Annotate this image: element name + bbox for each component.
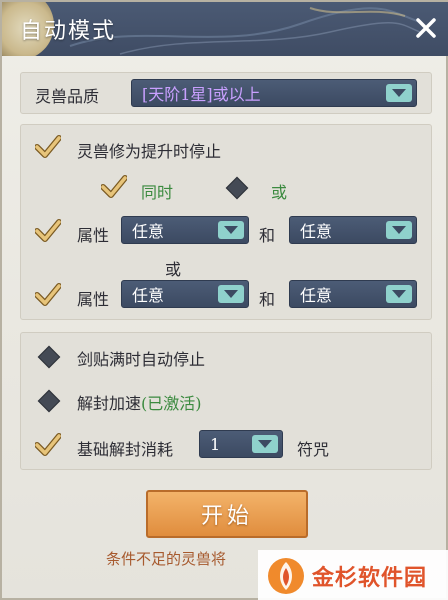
base-cost-unit: 符咒 <box>297 440 330 459</box>
dialog-header: 自动模式 <box>2 2 448 56</box>
upgrade-stop-label: 灵兽修为提升时停止 <box>77 142 222 161</box>
between-or-label: 或 <box>165 260 182 279</box>
quality-label: 灵兽品质 <box>35 87 100 106</box>
close-button[interactable] <box>412 14 440 42</box>
unseal-speed-status: (已激活) <box>141 394 202 413</box>
attr-row1-first-value: 任意 <box>132 222 165 241</box>
attr-row1-second-value: 任意 <box>300 222 333 241</box>
quality-section: 灵兽品质 [天阶1星]或以上 <box>20 72 432 114</box>
checkmark-icon[interactable] <box>35 283 61 307</box>
attr-row2-first-select[interactable]: 任意 <box>121 280 249 308</box>
attr-label-2: 属性 <box>77 290 110 309</box>
footer-note: 条件不足的灵兽将 <box>106 550 227 568</box>
auto-mode-dialog: 自动模式 灵兽品质 [天阶1星]或以上 灵兽修为提升时停止 同时 或 属性 任意… <box>0 0 448 600</box>
base-cost-label: 基础解封消耗 <box>77 440 174 459</box>
checkmark-icon[interactable] <box>35 433 61 457</box>
diamond-unchecked-icon[interactable] <box>37 345 61 369</box>
chevron-down-icon <box>386 221 412 239</box>
mode-and-label: 同时 <box>141 183 174 202</box>
base-cost-select[interactable]: 1 <box>199 430 283 458</box>
chevron-down-icon <box>386 84 412 102</box>
chevron-down-icon <box>218 285 244 303</box>
chevron-down-icon <box>218 221 244 239</box>
attr-row2-second-select[interactable]: 任意 <box>289 280 417 308</box>
close-icon <box>416 18 436 38</box>
checkmark-icon[interactable] <box>35 135 61 159</box>
watermark-logo-icon <box>268 558 304 594</box>
options-section: 剑贴满时自动停止 解封加速(已激活) 基础解封消耗 1 符咒 <box>20 332 432 470</box>
start-button[interactable]: 开始 <box>146 490 308 538</box>
quality-select[interactable]: [天阶1星]或以上 <box>131 79 417 107</box>
unseal-speed-text: 解封加速 <box>77 394 142 413</box>
attr-row1-second-select[interactable]: 任意 <box>289 216 417 244</box>
base-cost-value: 1 <box>210 434 221 454</box>
diamond-unchecked-icon[interactable] <box>225 176 249 200</box>
dialog-title: 自动模式 <box>20 19 117 44</box>
diamond-unchecked-icon[interactable] <box>37 389 61 413</box>
unseal-speed-label: 解封加速(已激活) <box>77 390 202 414</box>
and-label-2: 和 <box>259 290 276 309</box>
watermark-text: 金杉软件园 <box>312 566 428 591</box>
quality-select-value: [天阶1星]或以上 <box>142 85 261 104</box>
and-label-1: 和 <box>259 226 276 245</box>
attr-row2-second-value: 任意 <box>300 286 333 305</box>
checkmark-icon[interactable] <box>35 219 61 243</box>
attr-row1-first-select[interactable]: 任意 <box>121 216 249 244</box>
watermark: 金杉软件园 <box>258 550 448 600</box>
chevron-down-icon <box>252 435 278 453</box>
chevron-down-icon <box>386 285 412 303</box>
checkmark-icon[interactable] <box>101 175 127 199</box>
upgrade-section: 灵兽修为提升时停止 同时 或 属性 任意 和 任意 或 属性 任意 和 任意 <box>20 124 432 320</box>
mode-or-label: 或 <box>271 183 288 202</box>
attr-label-1: 属性 <box>77 226 110 245</box>
attr-row2-first-value: 任意 <box>132 286 165 305</box>
sword-stop-label: 剑贴满时自动停止 <box>77 350 206 369</box>
